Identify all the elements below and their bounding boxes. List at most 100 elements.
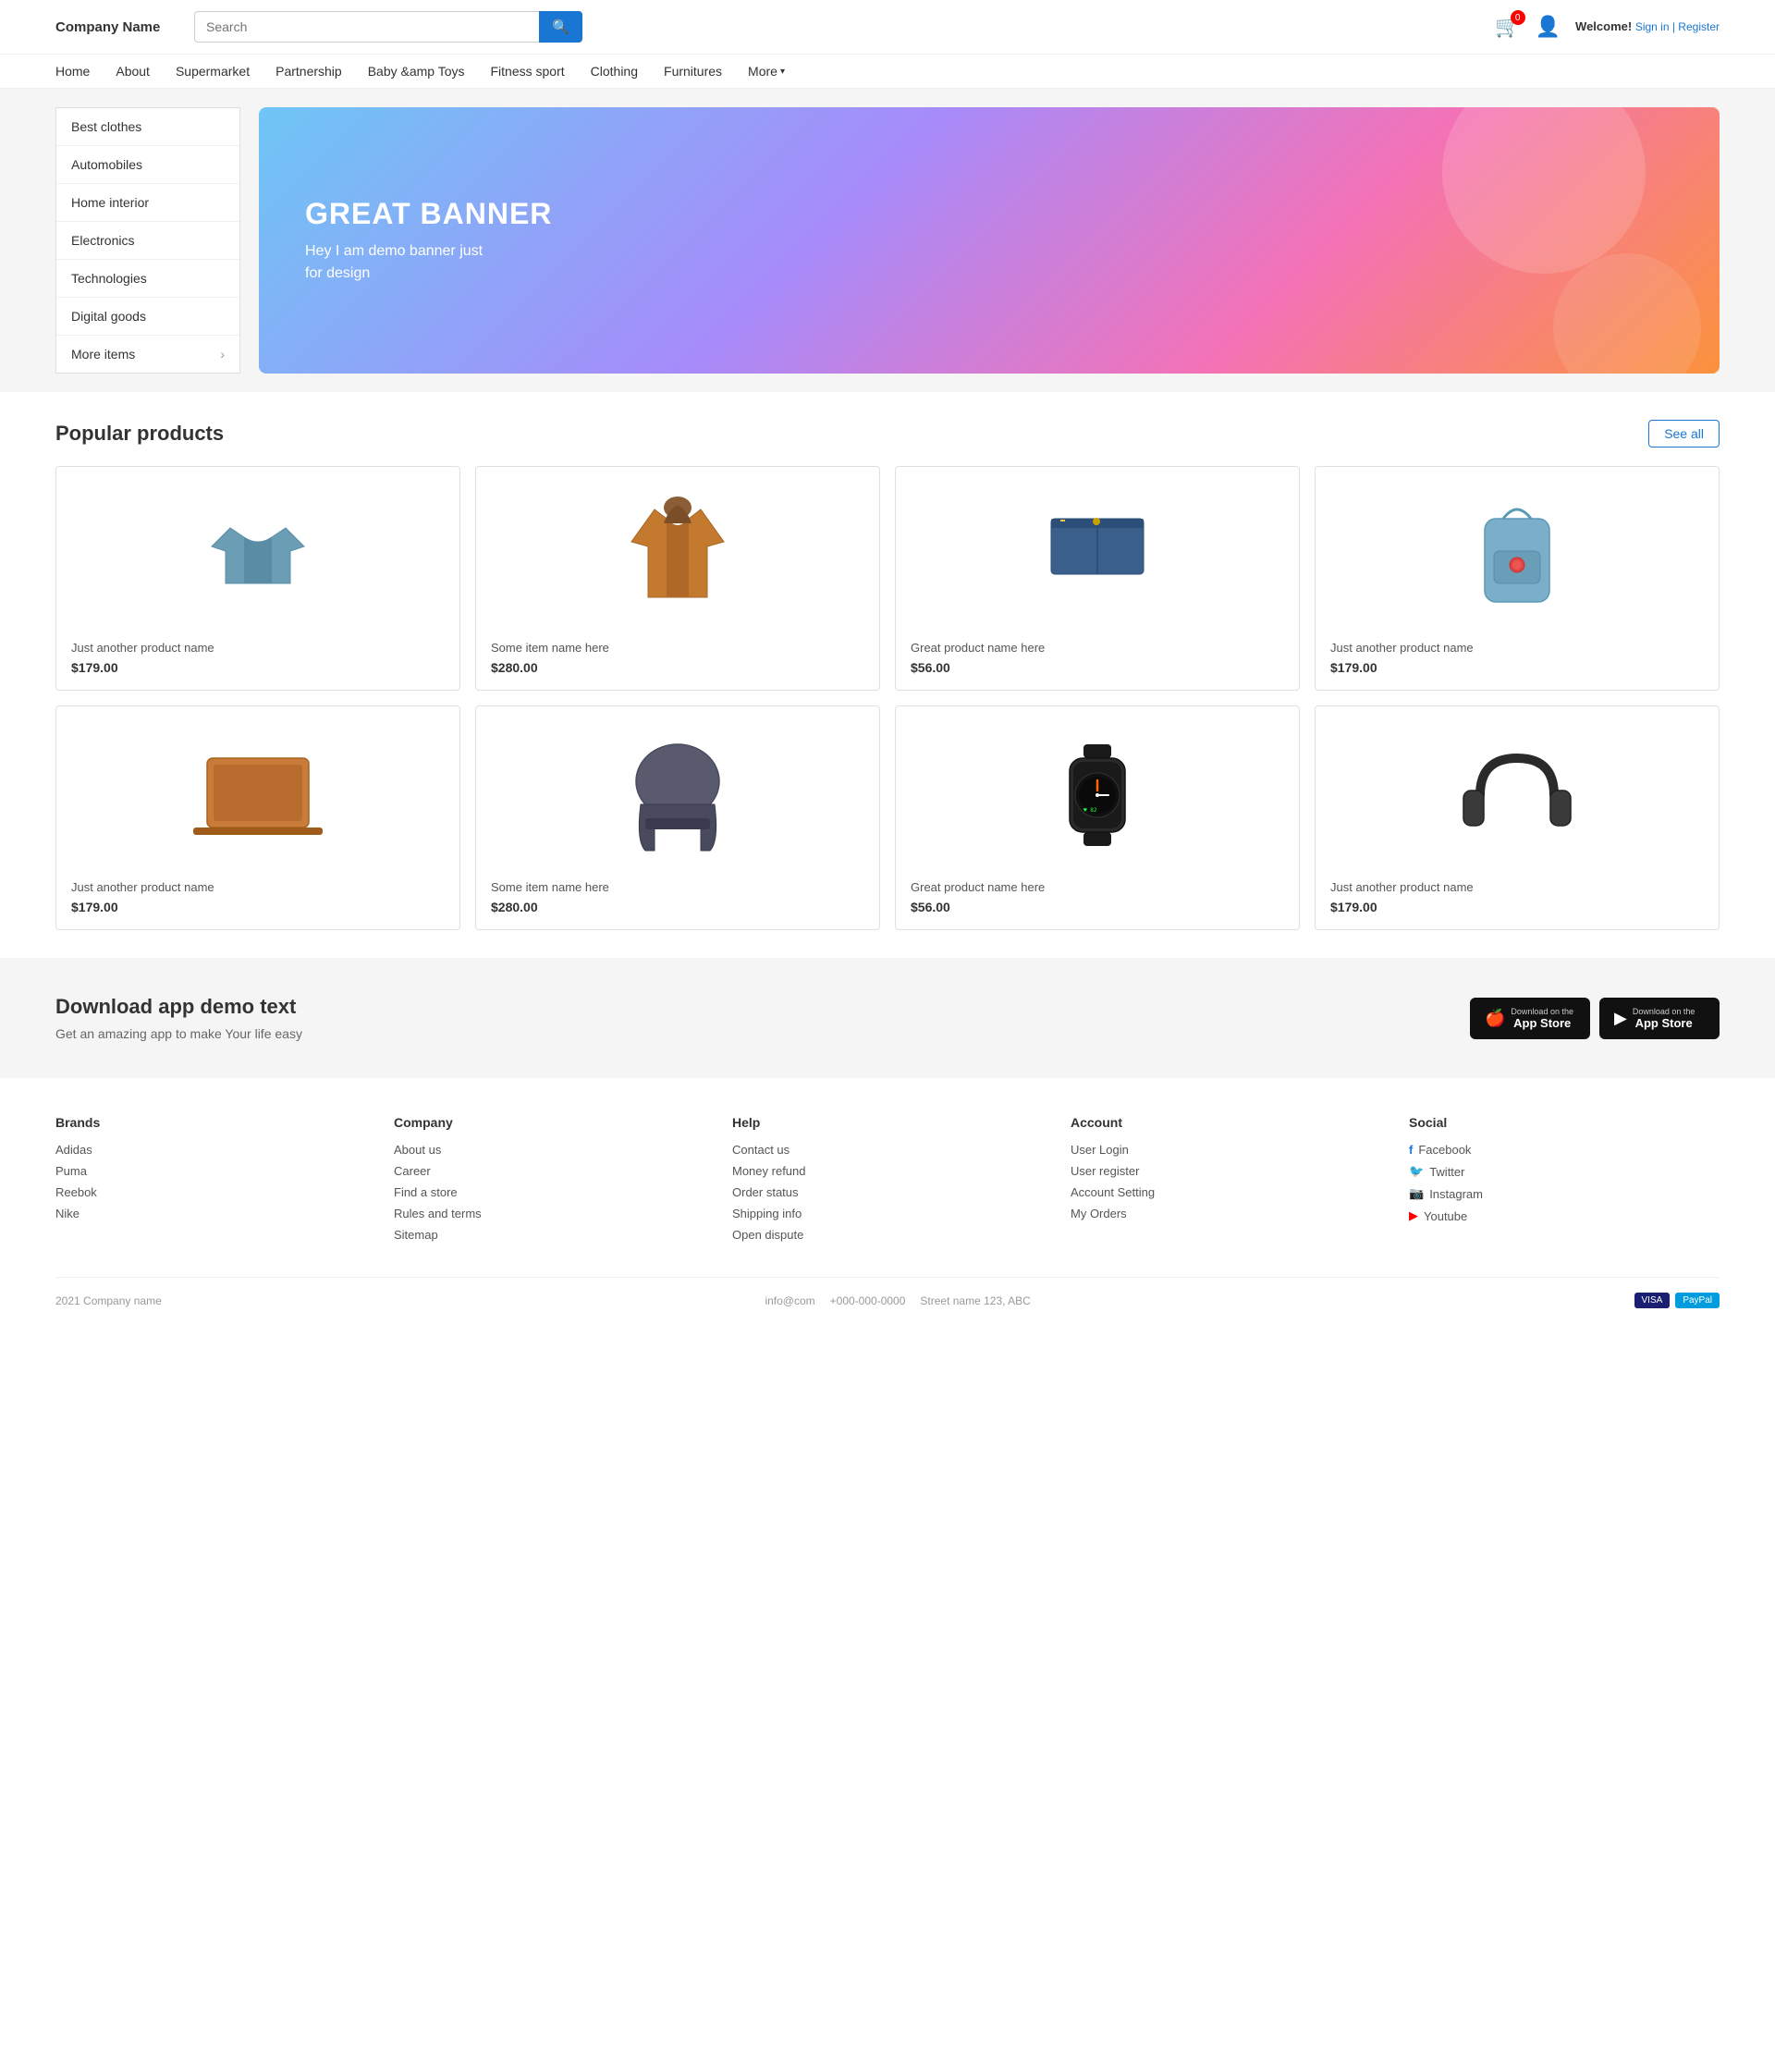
product-card-2[interactable]: Some item name here $280.00 [475, 466, 880, 691]
signin-link[interactable]: Sign in | Register [1635, 20, 1720, 33]
main-content: Best clothes Automobiles Home interior E… [0, 89, 1775, 392]
visa-badge: VISA [1634, 1293, 1671, 1308]
footer-social-title: Social [1409, 1115, 1720, 1130]
paypal-badge: PayPal [1675, 1293, 1720, 1308]
footer-link-youtube[interactable]: ▶ Youtube [1409, 1208, 1720, 1223]
footer-link-my-orders[interactable]: My Orders [1071, 1207, 1381, 1220]
nav-item-furnitures[interactable]: Furnitures [664, 64, 722, 79]
product-image-6 [491, 721, 864, 869]
footer-link-contact[interactable]: Contact us [732, 1143, 1043, 1157]
header: Company Name 🔍 🛒 0 👤 Welcome! Sign in | … [0, 0, 1775, 55]
footer-account-title: Account [1071, 1115, 1381, 1130]
product-card-3[interactable]: Great product name here $56.00 [895, 466, 1300, 691]
product-card-6[interactable]: Some item name here $280.00 [475, 705, 880, 930]
footer-brands-title: Brands [55, 1115, 366, 1130]
nav-item-supermarket[interactable]: Supermarket [176, 64, 250, 79]
footer-link-nike[interactable]: Nike [55, 1207, 366, 1220]
footer-link-twitter[interactable]: 🐦 Twitter [1409, 1164, 1720, 1179]
company-logo: Company Name [55, 19, 176, 35]
footer-help: Help Contact us Money refund Order statu… [732, 1115, 1043, 1249]
product-price-2: $280.00 [491, 660, 864, 675]
footer-link-rules[interactable]: Rules and terms [394, 1207, 704, 1220]
product-name-4: Just another product name [1330, 641, 1704, 655]
sidebar-item-electronics[interactable]: Electronics [56, 222, 239, 260]
product-image-2 [491, 482, 864, 630]
footer-link-adidas[interactable]: Adidas [55, 1143, 366, 1157]
product-card-4[interactable]: Just another product name $179.00 [1315, 466, 1720, 691]
nav-item-more[interactable]: More ▾ [748, 64, 785, 79]
nav-item-clothing[interactable]: Clothing [591, 64, 638, 79]
instagram-icon: 📷 [1409, 1186, 1424, 1201]
section-header: Popular products See all [55, 420, 1720, 448]
youtube-icon: ▶ [1409, 1208, 1418, 1223]
chevron-right-icon: › [220, 347, 225, 362]
product-card-7[interactable]: ♥ 82 Great product name here $56.00 [895, 705, 1300, 930]
footer-contact-info: info@com +000-000-0000 Street name 123, … [765, 1294, 1030, 1307]
see-all-button[interactable]: See all [1648, 420, 1720, 448]
product-name-6: Some item name here [491, 880, 864, 894]
product-image-7: ♥ 82 [911, 721, 1284, 869]
nav-item-home[interactable]: Home [55, 64, 90, 79]
product-name-5: Just another product name [71, 880, 445, 894]
app-section-title: Download app demo text [55, 995, 302, 1019]
product-name-2: Some item name here [491, 641, 864, 655]
footer-link-shipping[interactable]: Shipping info [732, 1207, 1043, 1220]
footer-link-puma[interactable]: Puma [55, 1164, 366, 1178]
product-image-4 [1330, 482, 1704, 630]
chevron-down-icon: ▾ [780, 67, 785, 77]
footer-email: info@com [765, 1294, 814, 1307]
footer-link-refund[interactable]: Money refund [732, 1164, 1043, 1178]
footer-help-title: Help [732, 1115, 1043, 1130]
nav-item-fitness[interactable]: Fitness sport [491, 64, 565, 79]
footer-link-career[interactable]: Career [394, 1164, 704, 1178]
footer-link-user-login[interactable]: User Login [1071, 1143, 1381, 1157]
product-price-1: $179.00 [71, 660, 445, 675]
product-price-5: $179.00 [71, 900, 445, 914]
sidebar-item-best-clothes[interactable]: Best clothes [56, 108, 239, 146]
header-right: 🛒 0 👤 Welcome! Sign in | Register [1495, 15, 1720, 39]
sidebar-item-digital-goods[interactable]: Digital goods [56, 298, 239, 336]
footer-company-title: Company [394, 1115, 704, 1130]
nav-item-baby-toys[interactable]: Baby &amp Toys [368, 64, 465, 79]
facebook-icon: f [1409, 1143, 1413, 1157]
footer-link-sitemap[interactable]: Sitemap [394, 1228, 704, 1242]
footer-link-find-store[interactable]: Find a store [394, 1185, 704, 1199]
footer-grid: Brands Adidas Puma Reebok Nike Company A… [55, 1115, 1720, 1249]
footer-bottom: 2021 Company name info@com +000-000-0000… [55, 1277, 1720, 1308]
hero-banner: GREAT BANNER Hey I am demo banner justfo… [259, 107, 1720, 374]
sidebar-item-automobiles[interactable]: Automobiles [56, 146, 239, 184]
footer-link-facebook[interactable]: f Facebook [1409, 1143, 1720, 1157]
footer-link-account-setting[interactable]: Account Setting [1071, 1185, 1381, 1199]
app-store-button-1[interactable]: 🍎 Download on the App Store [1470, 998, 1590, 1039]
footer-address: Street name 123, ABC [920, 1294, 1030, 1307]
welcome-text: Welcome! Sign in | Register [1575, 18, 1720, 35]
product-card-1[interactable]: Just another product name $179.00 [55, 466, 460, 691]
footer-company: Company About us Career Find a store Rul… [394, 1115, 704, 1249]
sidebar-item-home-interior[interactable]: Home interior [56, 184, 239, 222]
footer-link-dispute[interactable]: Open dispute [732, 1228, 1043, 1242]
sidebar-item-technologies[interactable]: Technologies [56, 260, 239, 298]
product-name-3: Great product name here [911, 641, 1284, 655]
product-name-7: Great product name here [911, 880, 1284, 894]
footer-link-reebok[interactable]: Reebok [55, 1185, 366, 1199]
product-card-8[interactable]: Just another product name $179.00 [1315, 705, 1720, 930]
nav-item-about[interactable]: About [116, 64, 150, 79]
nav-item-partnership[interactable]: Partnership [275, 64, 342, 79]
footer-link-user-register[interactable]: User register [1071, 1164, 1381, 1178]
footer-social: Social f Facebook 🐦 Twitter 📷 Instagram … [1409, 1115, 1720, 1249]
footer-link-order-status[interactable]: Order status [732, 1185, 1043, 1199]
footer-link-about-us[interactable]: About us [394, 1143, 704, 1157]
section-title: Popular products [55, 422, 224, 446]
footer-link-instagram[interactable]: 📷 Instagram [1409, 1186, 1720, 1201]
app-store-button-2[interactable]: ▶ Download on the App Store [1599, 998, 1720, 1039]
search-button[interactable]: 🔍 [539, 11, 582, 43]
product-price-6: $280.00 [491, 900, 864, 914]
product-card-5[interactable]: Just another product name $179.00 [55, 705, 460, 930]
user-icon[interactable]: 👤 [1536, 15, 1561, 39]
product-image-1 [71, 482, 445, 630]
footer-brands: Brands Adidas Puma Reebok Nike [55, 1115, 366, 1249]
search-input[interactable] [194, 11, 539, 43]
sidebar-item-more-items[interactable]: More items › [56, 336, 239, 373]
app-buttons: 🍎 Download on the App Store ▶ Download o… [1470, 998, 1720, 1039]
cart-badge: 0 [1511, 10, 1525, 25]
